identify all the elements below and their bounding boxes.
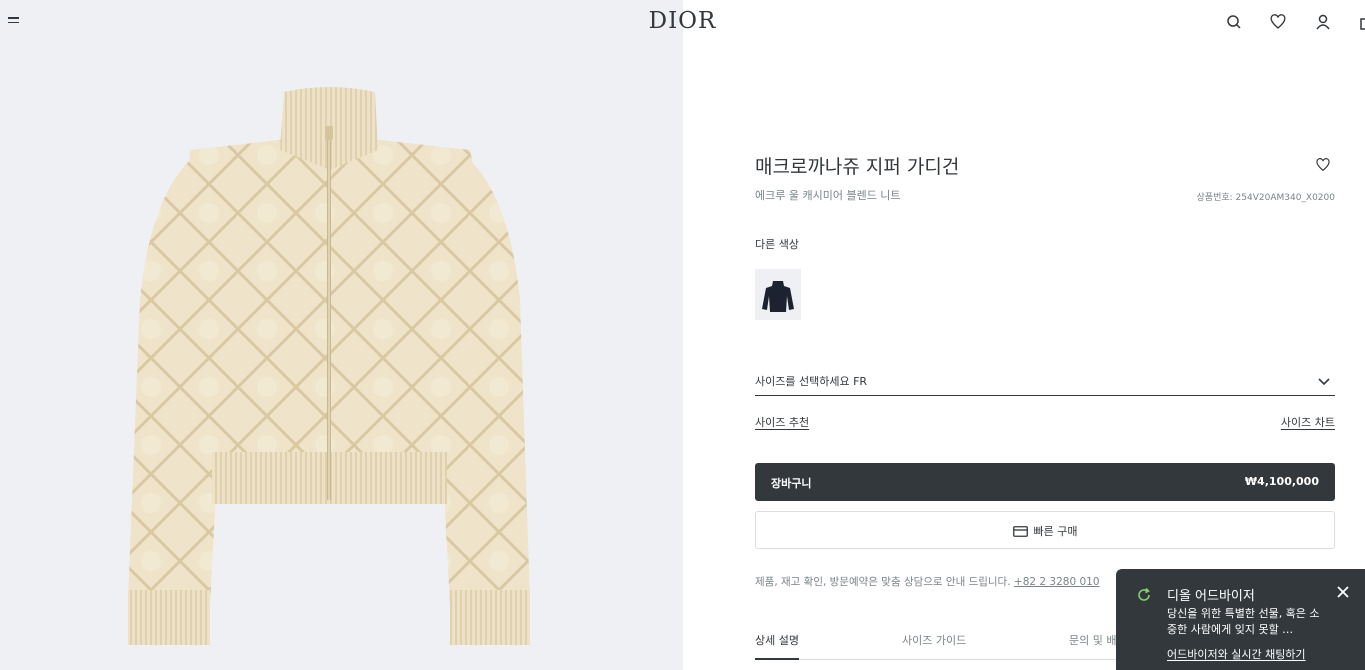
cart-button-label: 장바구니 bbox=[771, 477, 812, 490]
size-chart-link[interactable]: 사이즈 차트 bbox=[1281, 414, 1335, 430]
chat-cta-link[interactable]: 어드바이저와 실시간 채팅하기 bbox=[1167, 646, 1306, 662]
tab-inquiry[interactable]: 문의 및 배 bbox=[1069, 632, 1116, 648]
chevron-down-icon bbox=[1318, 378, 1330, 386]
size-select-label: 사이즈를 선택하세요 FR bbox=[755, 375, 868, 388]
chat-message: 당신을 위한 특별한 선물, 혹은 소중한 사람에게 잊지 못할 … bbox=[1167, 607, 1320, 636]
product-title: 매크로까나쥬 지퍼 가디건 bbox=[755, 156, 960, 178]
wishlist-heart-icon[interactable] bbox=[1315, 157, 1331, 173]
notice-text: 제품, 재고 확인, 방문예약은 맞춤 상담으로 안내 드립니다. bbox=[755, 576, 1011, 588]
other-colors-label: 다른 색상 bbox=[755, 238, 799, 251]
heart-icon[interactable] bbox=[1269, 13, 1287, 31]
bag-icon[interactable] bbox=[1359, 13, 1365, 31]
site-header: DIOR bbox=[0, 0, 1365, 44]
product-subtitle: 에크루 울 캐시미어 블렌드 니트 bbox=[755, 189, 901, 202]
add-to-cart-button[interactable]: 장바구니 ₩4,100,000 bbox=[755, 463, 1335, 501]
product-price: ₩4,100,000 bbox=[1244, 475, 1319, 488]
dior-logo[interactable]: DIOR bbox=[0, 8, 1365, 34]
phone-link[interactable]: +82 2 3280 010 bbox=[1014, 576, 1100, 588]
color-swatch-navy[interactable] bbox=[755, 269, 801, 320]
size-select-dropdown[interactable]: 사이즈를 선택하세요 FR bbox=[755, 368, 1335, 396]
quick-buy-button[interactable]: 빠른 구매 bbox=[755, 511, 1335, 549]
close-icon[interactable] bbox=[1337, 586, 1349, 598]
chat-refresh-icon bbox=[1138, 587, 1150, 601]
tab-details[interactable]: 상세 설명 bbox=[755, 632, 799, 648]
tab-size-guide[interactable]: 사이즈 가이드 bbox=[902, 632, 966, 648]
product-image-panel bbox=[0, 0, 683, 670]
credit-card-icon bbox=[1012, 526, 1028, 537]
search-icon[interactable] bbox=[1225, 13, 1243, 31]
advisor-chat-widget[interactable]: 디올 어드바이저 당신을 위한 특별한 선물, 혹은 소중한 사람에게 잊지 못… bbox=[1116, 569, 1365, 670]
size-recommend-link[interactable]: 사이즈 추천 bbox=[755, 414, 809, 430]
quick-buy-label: 빠른 구매 bbox=[1033, 525, 1078, 538]
chat-title: 디올 어드바이저 bbox=[1167, 589, 1255, 604]
consultation-notice: 제품, 재고 확인, 방문예약은 맞춤 상담으로 안내 드립니다. +82 2 … bbox=[755, 574, 1100, 589]
product-image-cardigan bbox=[128, 87, 530, 645]
active-tab-indicator bbox=[755, 658, 799, 660]
product-sku: 상품번호: 254V20AM340_X0200 bbox=[1196, 193, 1335, 203]
user-icon[interactable] bbox=[1314, 13, 1332, 31]
